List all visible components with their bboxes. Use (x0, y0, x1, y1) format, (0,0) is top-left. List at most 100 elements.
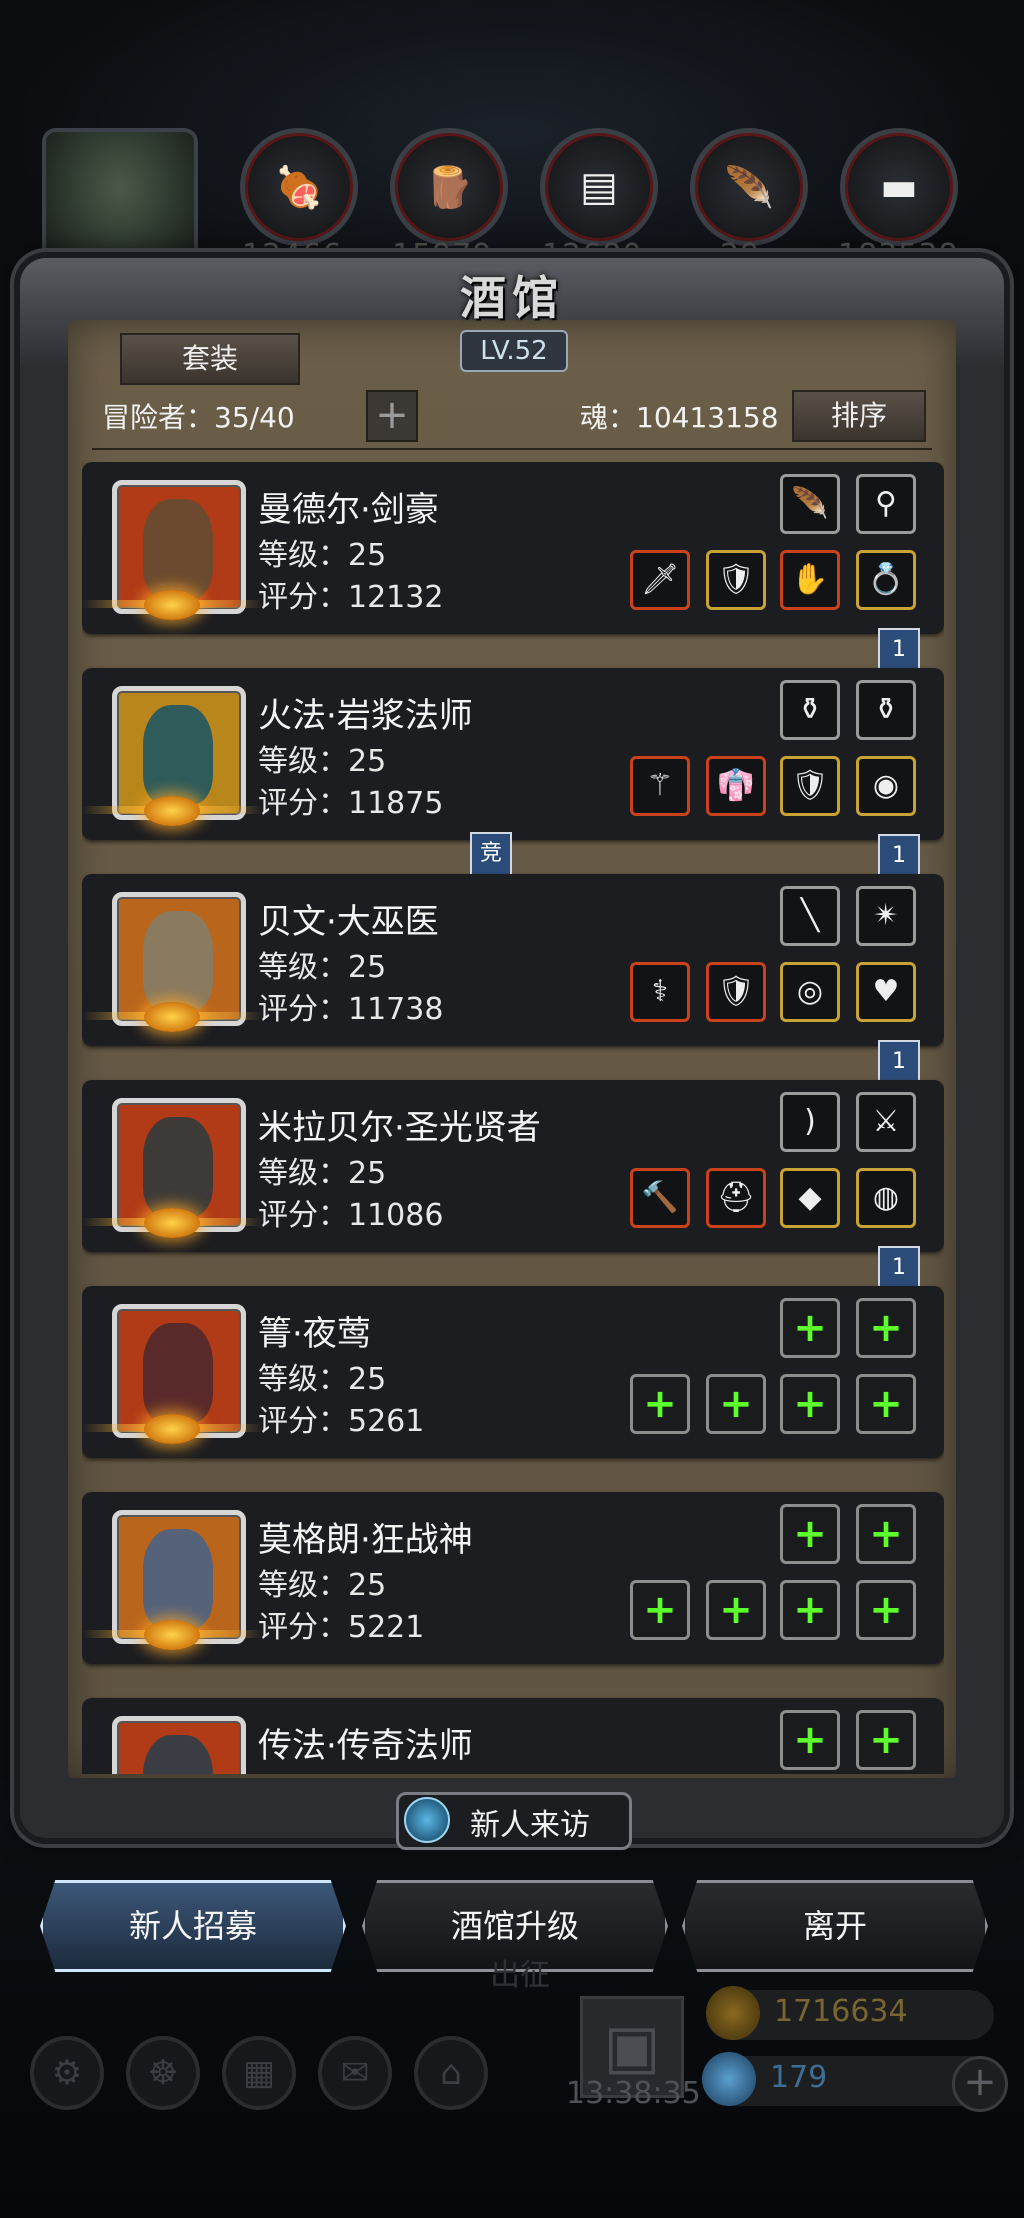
hero-portrait (143, 911, 213, 1011)
hero-score: 评分：5221 (258, 1610, 425, 1645)
add-equipment-icon[interactable]: + (630, 1580, 690, 1640)
meat-icon[interactable]: 🍖 (240, 128, 358, 246)
hero-name: 传法·传奇法师 (258, 1726, 473, 1766)
armor-icon[interactable]: 🛡 (706, 962, 766, 1022)
hero-score: 评分：12132 (258, 580, 444, 615)
sword-icon[interactable]: 🗡 (630, 550, 690, 610)
emerald-icon[interactable]: ◆ (780, 1168, 840, 1228)
hammer-icon[interactable]: 🔨 (630, 1168, 690, 1228)
add-equipment-icon[interactable]: + (780, 1374, 840, 1434)
add-equipment-icon[interactable]: + (780, 1710, 840, 1770)
hero-card[interactable]: 米拉贝尔·圣光贤者 等级：25 评分：11086 ) ⚔ 🔨 ⛑ ◆ ◍ (82, 1080, 944, 1252)
hero-card[interactable]: 贝文·大巫医 等级：25 评分：11738 ╲ ✴ ⚕ 🛡 ◎ ♥ (82, 874, 944, 1046)
add-equipment-icon[interactable]: + (856, 1504, 916, 1564)
bracer-icon[interactable]: ◎ (780, 962, 840, 1022)
tavern-level-badge: LV.52 (460, 330, 568, 372)
pouch-icon[interactable]: ⚱ (780, 680, 840, 740)
hero-avatar (112, 1716, 246, 1774)
robe-icon[interactable]: 👘 (706, 756, 766, 816)
bow-icon[interactable]: ) (780, 1092, 840, 1152)
gauntlet-icon[interactable]: ✋ (780, 550, 840, 610)
settings-icon[interactable]: ⚙ (30, 2036, 104, 2110)
stone-icon[interactable]: ▤ (540, 128, 658, 246)
add-equipment-icon[interactable]: + (630, 1374, 690, 1434)
ring-icon[interactable]: 💍 (856, 550, 916, 610)
add-equipment-icon[interactable]: + (856, 1710, 916, 1770)
ring-icon[interactable]: ◍ (856, 1168, 916, 1228)
feather-quill-icon[interactable]: 🪶 (780, 474, 840, 534)
helmet-icon[interactable]: ⛑ (706, 1168, 766, 1228)
hero-card[interactable]: 传法·传奇法师 + + (82, 1698, 944, 1774)
sort-button[interactable]: 排序 (792, 390, 926, 442)
armor-icon[interactable]: 🛡 (780, 756, 840, 816)
add-equipment-icon[interactable]: + (856, 1374, 916, 1434)
hero-level: 等级：25 (258, 744, 387, 779)
gold-value: 1716634 (774, 1994, 908, 2029)
hero-level: 等级：25 (258, 538, 387, 573)
wood-icon[interactable]: 🪵 (390, 128, 508, 246)
hero-name: 莫格朗·狂战神 (258, 1520, 473, 1560)
feather-icon[interactable]: 🪶 (690, 128, 808, 246)
hero-name: 米拉贝尔·圣光贤者 (258, 1108, 541, 1148)
add-gems-button[interactable]: + (952, 2056, 1008, 2112)
set-button[interactable]: 套装 (120, 333, 300, 385)
hero-name: 贝文·大巫医 (258, 902, 439, 942)
player-portrait[interactable] (42, 128, 198, 276)
armor-icon[interactable]: 🛡 (706, 550, 766, 610)
shop-icon[interactable]: ⌂ (414, 2036, 488, 2110)
hero-card[interactable]: 箐·夜莺 等级：25 评分：5261 + + + + + + (82, 1286, 944, 1458)
hero-name: 曼德尔·剑豪 (258, 490, 439, 530)
necklace-icon[interactable]: ⚲ (856, 474, 916, 534)
soul-count: 魂：10413158 (580, 401, 779, 434)
hero-portrait (143, 705, 213, 805)
adventurer-count: 冒险者：35/40 (102, 401, 295, 434)
compass-icon (404, 1797, 450, 1843)
add-equipment-icon[interactable]: + (856, 1298, 916, 1358)
hero-icon[interactable]: ☸ (126, 2036, 200, 2110)
add-equipment-icon[interactable]: + (706, 1580, 766, 1640)
hero-level: 等级：25 (258, 1156, 387, 1191)
hero-card[interactable]: 莫格朗·狂战神 等级：25 评分：5221 + + + + + + (82, 1492, 944, 1664)
hero-name: 火法·岩浆法师 (258, 696, 473, 736)
crossbow-icon[interactable]: ⚔ (856, 1092, 916, 1152)
hero-level: 等级：25 (258, 950, 387, 985)
orb-icon[interactable]: ◉ (856, 756, 916, 816)
hero-level: 等级：25 (258, 1568, 387, 1603)
hero-portrait (143, 1117, 213, 1217)
hero-card[interactable]: 火法·岩浆法师 等级：25 评分：11875 ⚱ ⚱ ⚚ 👘 🛡 ◉ (82, 668, 944, 840)
hero-score: 评分：11086 (258, 1198, 444, 1233)
hero-level: 等级：25 (258, 1362, 387, 1397)
add-equipment-icon[interactable]: + (780, 1298, 840, 1358)
necklace-icon[interactable]: ♥ (856, 962, 916, 1022)
gold-coin-icon (706, 1986, 760, 2040)
add-equipment-icon[interactable]: + (780, 1504, 840, 1564)
mail-icon[interactable]: ✉ (318, 2036, 392, 2110)
hero-portrait (143, 1735, 213, 1774)
add-equipment-icon[interactable]: + (780, 1580, 840, 1640)
scepter-icon[interactable]: ⚕ (630, 962, 690, 1022)
star-badge-icon (144, 796, 200, 826)
staff-icon[interactable]: ⚚ (630, 756, 690, 816)
hero-portrait (143, 1323, 213, 1423)
gem-icon (702, 2052, 756, 2106)
add-adventurer-button[interactable]: + (366, 390, 418, 442)
book-icon[interactable]: ▦ (222, 2036, 296, 2110)
leave-button[interactable]: 离开 (682, 1880, 988, 1972)
hero-name: 箐·夜莺 (258, 1314, 371, 1354)
gem-value: 179 (770, 2060, 828, 2095)
hero-list[interactable]: 曼德尔·剑豪 等级：25 评分：12132 🪶 ⚲ 🗡 🛡 ✋ 💍 1 火法·岩… (82, 462, 944, 1774)
recruit-button[interactable]: 新人招募 (40, 1880, 346, 1972)
star-badge-icon (144, 1620, 200, 1650)
add-equipment-icon[interactable]: + (706, 1374, 766, 1434)
amulet-icon[interactable]: ✴ (856, 886, 916, 946)
add-equipment-icon[interactable]: + (856, 1580, 916, 1640)
hero-portrait (143, 499, 213, 599)
pouch-icon[interactable]: ⚱ (856, 680, 916, 740)
iron-icon[interactable]: ▬ (840, 128, 958, 246)
hero-portrait (143, 1529, 213, 1629)
chest-timer: 13:38:35 (566, 2076, 701, 2111)
wand-icon[interactable]: ╲ (780, 886, 840, 946)
star-badge-icon (144, 590, 200, 620)
expedition-label: 出征 (490, 1958, 550, 1993)
hero-card[interactable]: 曼德尔·剑豪 等级：25 评分：12132 🪶 ⚲ 🗡 🛡 ✋ 💍 (82, 462, 944, 634)
